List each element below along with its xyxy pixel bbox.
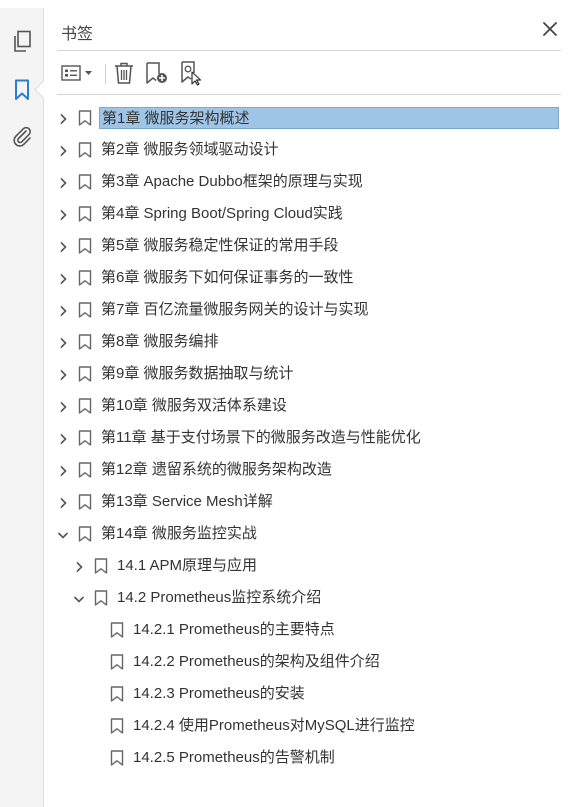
bookmark-icon [110,750,124,766]
bookmark-row[interactable]: 第3章 Apache Dubbo框架的原理与实现 [45,166,573,198]
options-menu-button[interactable] [59,60,97,86]
bookmark-label[interactable]: 第1章 微服务架构概述 [99,107,559,129]
chevron-right-icon[interactable] [57,304,69,317]
chevron-right-icon[interactable] [57,208,69,221]
new-bookmark-icon [146,62,167,84]
bookmark-icon [78,526,92,542]
bookmark-row[interactable]: 14.1 APM原理与应用 [45,550,573,582]
bookmark-label[interactable]: 第7章 百亿流量微服务网关的设计与实现 [99,299,371,321]
chevron-right-icon[interactable] [57,240,69,253]
bookmark-label[interactable]: 第8章 微服务编排 [99,331,221,353]
chevron-right-icon[interactable] [57,272,69,285]
chevron-right-icon[interactable] [57,176,69,189]
bookmark-row[interactable]: 14.2.3 Prometheus的安装 [45,678,573,710]
toolbar-divider [57,94,561,95]
chevron-right-icon[interactable] [57,112,69,125]
chevron-right-icon[interactable] [57,144,69,157]
bookmark-label[interactable]: 14.2.5 Prometheus的告警机制 [131,747,337,769]
new-bookmark-button[interactable] [143,60,171,86]
bookmark-row[interactable]: 第5章 微服务稳定性保证的常用手段 [45,230,573,262]
bookmark-row[interactable]: 14.2.1 Prometheus的主要特点 [45,614,573,646]
bookmarks-panel: 书签 第1章 微服务架构概述 第2章 微服务领域驱动设计 第3章 Apache … [45,8,573,807]
panel-title: 书签 [61,26,94,43]
bookmark-icon [78,206,92,222]
bookmark-label[interactable]: 第4章 Spring Boot/Spring Cloud实践 [99,203,345,225]
bookmark-icon [78,270,92,286]
bookmark-label[interactable]: 14.2 Prometheus监控系统介绍 [115,587,323,609]
chevron-right-icon[interactable] [57,496,69,509]
chevron-right-icon[interactable] [57,336,69,349]
bookmark-icon [78,110,92,126]
chevron-right-icon[interactable] [57,464,69,477]
bookmark-row[interactable]: 14.2 Prometheus监控系统介绍 [45,582,573,614]
bookmark-icon [78,142,92,158]
bookmark-icon [78,398,92,414]
bookmark-row[interactable]: 第9章 微服务数据抽取与统计 [45,358,573,390]
bookmark-icon [78,174,92,190]
bookmark-icon[interactable] [10,78,34,102]
bookmark-icon [78,238,92,254]
bookmark-row[interactable]: 第7章 百亿流量微服务网关的设计与实现 [45,294,573,326]
pages-icon[interactable] [10,30,34,54]
chevron-right-icon[interactable] [73,560,85,573]
bookmark-label[interactable]: 第5章 微服务稳定性保证的常用手段 [99,235,341,257]
delete-bookmark-icon [115,62,133,84]
bookmark-label[interactable]: 第11章 基于支付场景下的微服务改造与性能优化 [99,427,423,449]
bookmark-from-selection-button[interactable] [177,60,205,86]
bookmark-row[interactable]: 第11章 基于支付场景下的微服务改造与性能优化 [45,422,573,454]
bookmark-label[interactable]: 14.1 APM原理与应用 [115,555,259,577]
attachment-icon[interactable] [10,124,34,148]
bookmark-label[interactable]: 第14章 微服务监控实战 [99,523,259,545]
bookmark-icon [78,430,92,446]
bookmark-row[interactable]: 第1章 微服务架构概述 [45,102,573,134]
chevron-down-icon[interactable] [73,592,85,604]
bookmark-label[interactable]: 14.2.4 使用Prometheus对MySQL进行监控 [131,715,417,737]
close-icon[interactable] [541,20,559,38]
bookmark-row[interactable]: 14.2.5 Prometheus的告警机制 [45,742,573,774]
bookmark-label[interactable]: 14.2.2 Prometheus的架构及组件介绍 [131,651,382,673]
chevron-right-icon[interactable] [57,432,69,445]
chevron-down-icon[interactable] [57,528,69,540]
bookmark-icon [110,654,124,670]
delete-bookmark-button[interactable] [111,60,137,86]
bookmark-row[interactable]: 第2章 微服务领域驱动设计 [45,134,573,166]
bookmark-row[interactable]: 第12章 遗留系统的微服务架构改造 [45,454,573,486]
bookmark-tree: 第1章 微服务架构概述 第2章 微服务领域驱动设计第3章 Apache Dubbo… [45,102,573,774]
bookmark-label[interactable]: 第3章 Apache Dubbo框架的原理与实现 [99,171,365,193]
bookmark-icon [78,302,92,318]
bookmark-icon [94,590,108,606]
chevron-right-icon[interactable] [57,368,69,381]
bookmark-label[interactable]: 第12章 遗留系统的微服务架构改造 [99,459,334,481]
bookmark-row[interactable]: 第4章 Spring Boot/Spring Cloud实践 [45,198,573,230]
bookmark-icon [78,462,92,478]
bookmark-label[interactable]: 第10章 微服务双活体系建设 [99,395,289,417]
bookmark-label[interactable]: 第2章 微服务领域驱动设计 [99,139,281,161]
bookmark-icon [110,718,124,734]
bookmark-label[interactable]: 14.2.3 Prometheus的安装 [131,683,307,705]
bookmark-label[interactable]: 第13章 Service Mesh详解 [99,491,275,513]
bookmark-label[interactable]: 14.2.1 Prometheus的主要特点 [131,619,337,641]
bookmark-row[interactable]: 第6章 微服务下如何保证事务的一致性 [45,262,573,294]
bookmark-label[interactable]: 第9章 微服务数据抽取与统计 [99,363,296,385]
bookmark-icon [78,366,92,382]
bookmark-row[interactable]: 14.2.2 Prometheus的架构及组件介绍 [45,646,573,678]
bookmark-icon [78,494,92,510]
bookmark-row[interactable]: 14.2.4 使用Prometheus对MySQL进行监控 [45,710,573,742]
bookmark-row[interactable]: 第14章 微服务监控实战 [45,518,573,550]
bookmark-icon [78,334,92,350]
bookmark-from-selection-icon [181,61,202,86]
bookmark-row[interactable]: 第13章 Service Mesh详解 [45,486,573,518]
options-menu-icon [61,65,92,81]
bookmark-icon [110,622,124,638]
left-nav-rail [0,8,44,807]
bookmark-row[interactable]: 第10章 微服务双活体系建设 [45,390,573,422]
chevron-right-icon[interactable] [57,400,69,413]
bookmark-label[interactable]: 第6章 微服务下如何保证事务的一致性 [99,267,356,289]
toolbar-separator [105,64,106,84]
header-divider [57,50,561,51]
bookmark-icon [94,558,108,574]
bookmark-icon [110,686,124,702]
bookmark-row[interactable]: 第8章 微服务编排 [45,326,573,358]
